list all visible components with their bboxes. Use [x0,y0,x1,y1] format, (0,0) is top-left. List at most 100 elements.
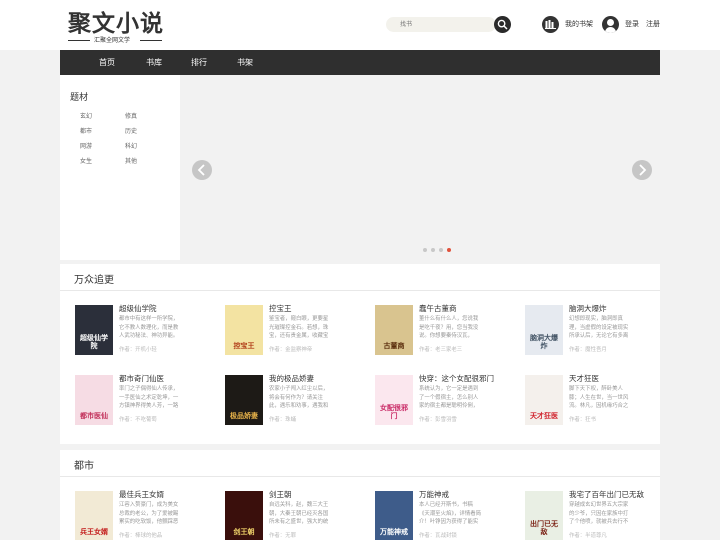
book-cover-title: 控宝王 [233,342,255,350]
book-author: 作者：老三家老三 [419,347,463,353]
book-title[interactable]: 超级仙学院 [119,303,157,314]
section-urban: 都市 兵王女婿 最佳兵王女婿 江容入赘豪门，成为美女总裁的老公，为了爱被踢累实的吃软… [60,450,660,540]
book-cover[interactable]: 天才狂医 [525,375,563,425]
carousel-dot[interactable] [431,248,435,252]
book-cover[interactable]: 超级仙学院 [75,305,113,355]
book-title[interactable]: 我的极品娇妻 [269,373,314,384]
book-author: 作者：彭雪羽雪 [419,417,457,423]
book-title[interactable]: 万能神戒 [419,489,449,500]
book-description: 都市中有这样一所学院，它不教人数理化，而是教人武功秘法、神功异能。学院的 [119,316,179,339]
book-description: 鉴宝者，窥白眼，更要星光璀璨控金石。若想，珠宝，还有贵金属，收藏宝的世界 [269,316,329,339]
nav-home[interactable]: 首页 [99,57,115,68]
genre-link[interactable]: 网游 [80,141,92,150]
book-cover[interactable]: 剑王朝 [225,491,263,540]
book-description: 率门之子偶得仙人传承，一手医仙之术定乾坤，一方镇神界得美人芳，一路风光精 [119,386,179,409]
book-cover-title: 极品娇妻 [230,412,258,420]
book-card[interactable]: 万能神戒 万能神戒 本人已经开斯书，书稿《天潮至火焰》，详情看简介！叶铮因为获得了能… [375,489,515,540]
book-cover-title: 出门已无敌 [530,520,558,536]
book-title[interactable]: 快穿：这个女配很邪门 [419,373,494,384]
book-cover[interactable]: 脑洞大爆炸 [525,305,563,355]
book-cover-title: 剑王朝 [233,528,255,536]
search-button[interactable] [494,16,511,33]
nav-library[interactable]: 书库 [146,57,162,68]
banner-carousel[interactable] [180,75,660,260]
book-card[interactable]: 天才狂医 天才狂医 脚下天下权，醉卧美人膝；人生在世，当一世风流。林凡，因机缘巧合之… [525,373,665,427]
book-cover[interactable]: 出门已无敌 [525,491,563,540]
book-description: 穿越成玄幻世界五大宗家的少爷，只因在家族中打了个他喷，就被兵去行不满，百 [569,502,629,525]
carousel-dot[interactable] [423,248,427,252]
carousel-dot[interactable] [439,248,443,252]
book-card[interactable]: 出门已无敌 我宅了百年出门已无敌穿越成玄幻世界五大宗家的少爷，只因在家族中打了个他… [525,489,665,540]
book-cover[interactable]: 万能神戒 [375,491,413,540]
book-description: 自远关科，赵，魏三大王朝，大秦王朝已经灭各国所未有之盛世，强大的统行者 [269,502,329,525]
book-cover[interactable]: 古董商 [375,305,413,355]
user-icon[interactable] [602,16,619,33]
genre-link[interactable]: 其他 [125,156,137,165]
bookshelf-icon[interactable] [542,16,559,33]
book-author: 作者：棒球的他品 [119,533,163,539]
book-cover[interactable]: 女配很邪门 [375,375,413,425]
carousel-prev-button[interactable] [192,160,212,180]
book-author: 作者：不吃葡萄 [119,417,157,423]
book-card[interactable]: 都市医仙 都市奇门仙医率门之子偶得仙人传承，一手医仙之术定乾坤，一方镇神界得美人芳… [75,373,215,427]
book-author: 作者：开机小轻 [119,347,157,353]
book-card[interactable]: 控宝王控宝王鉴宝者，窥白眼，更要星光璀璨控金石。若想，珠宝，还有贵金属，收藏宝的… [225,303,365,357]
book-cover-title: 女配很邪门 [380,404,408,420]
site-header: 聚文小说 汇聚全网文学 我的书架 登录 注册 [0,0,720,50]
book-title[interactable]: 脑洞大爆炸 [569,303,607,314]
book-cover-title: 都市医仙 [80,412,108,420]
main-nav: 首页 书库 排行 书架 [60,50,660,75]
genre-link[interactable]: 都市 [80,126,92,135]
book-title[interactable]: 蠢午古董商 [419,303,457,314]
book-card[interactable]: 脑洞大爆炸 脑洞大爆炸 幻想即现实，脑洞即真理，当虚假的设定被现实所承认后，无论它有… [525,303,665,357]
book-title[interactable]: 都市奇门仙医 [119,373,164,384]
nav-bookshelf[interactable]: 书架 [237,57,253,68]
section-popular: 万众追更 超级仙学院 超级仙学院 都市中有这样一所学院，它不教人数理化，而是教人武功… [60,264,660,444]
my-bookshelf-link[interactable]: 我的书架 [565,19,593,29]
book-author: 作者：狂书 [569,417,596,423]
genre-link[interactable]: 科幻 [125,141,137,150]
book-author: 作者：无罪 [269,533,296,539]
register-link[interactable]: 注册 [646,19,660,29]
book-author: 作者：金监察神帝 [269,347,313,353]
nav-ranking[interactable]: 排行 [191,57,207,68]
book-card[interactable]: 兵王女婿 最佳兵王女婿 江容入赘豪门，成为美女总裁的老公，为了爱被踢累实的吃软饭，他… [75,489,215,540]
book-card[interactable]: 超级仙学院 超级仙学院 都市中有这样一所学院，它不教人数理化，而是教人武功秘法、神功… [75,303,215,357]
genre-link[interactable]: 历史 [125,126,137,135]
book-title[interactable]: 最佳兵王女婿 [119,489,164,500]
book-description: 董什么有什么人，您说我是吃千夜？用，您当我没说。你想要秦侍汉瓦，成，一手车 [419,316,479,339]
search-box [386,17,496,32]
book-cover[interactable]: 控宝王 [225,305,263,355]
carousel-next-button[interactable] [632,160,652,180]
carousel-dot-active[interactable] [447,248,451,252]
book-title[interactable]: 我宅了百年出门已无敌 [569,489,644,500]
search-input[interactable] [400,19,480,30]
book-card[interactable]: 女配很邪门 快穿：这个女配很邪门 系统认为，它一定是遇到了一个假宿主，怎么别人家的宿… [375,373,515,427]
book-cover-title: 万能神戒 [380,528,408,536]
book-author: 作者：半道尊凡 [569,533,607,539]
book-description: 幻想即现实，脑洞即真理，当虚假的设定被现实所承认后，无论它有多离谱，那也 [569,316,629,339]
book-author: 作者：瓦战封锁 [419,533,457,539]
book-title[interactable]: 控宝王 [269,303,292,314]
genre-link[interactable]: 修真 [125,111,137,120]
genre-link[interactable]: 玄幻 [80,111,92,120]
book-description: 本人已经开斯书，书稿《天潮至火焰》，详情看简介！叶铮因为获得了能实生活的 [419,502,481,525]
book-title[interactable]: 天才狂医 [569,373,599,384]
book-card[interactable]: 极品娇妻 我的极品娇妻农家小子闯入红尘以后，将会有何作为？请关注此，遇乐和劝事，遇… [225,373,365,427]
section-title: 都市 [74,461,94,472]
site-logo[interactable]: 聚文小说 [68,4,164,38]
book-description: 农家小子闯入红尘以后，将会有何作为？请关注此，遇乐和劝事，遇我和逍，遇土后 [269,386,329,409]
book-author: 作者：珠蛹 [269,417,296,423]
book-title[interactable]: 剑王朝 [269,489,292,500]
book-card[interactable]: 剑王朝剑王朝自远关科，赵，魏三大王朝，大秦王朝已经灭各国所未有之盛世，强大的统行… [225,489,365,540]
genre-link[interactable]: 女生 [80,156,92,165]
section-title: 万众追更 [74,275,114,286]
book-cover[interactable]: 都市医仙 [75,375,113,425]
login-link[interactable]: 登录 [625,19,639,29]
book-author: 作者：魔性吾月 [569,347,607,353]
book-cover[interactable]: 极品娇妻 [225,375,263,425]
book-cover[interactable]: 兵王女婿 [75,491,113,540]
book-cover-title: 超级仙学院 [80,334,108,350]
book-cover-title: 兵王女婿 [80,528,108,536]
book-card[interactable]: 古董商 蠢午古董商董什么有什么人，您说我是吃千夜？用，您当我没说。你想要秦侍汉瓦，… [375,303,515,357]
